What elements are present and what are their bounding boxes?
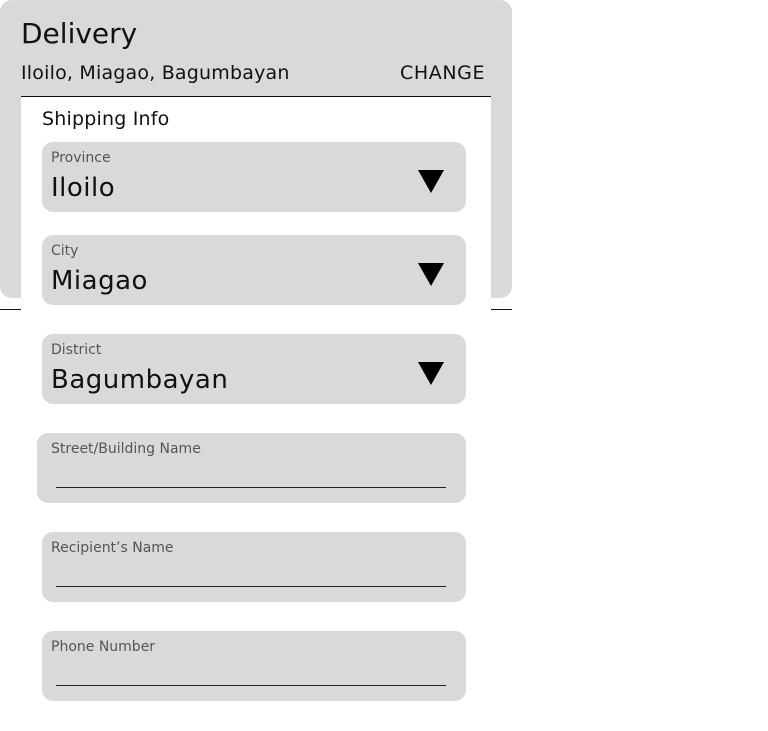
city-label: City — [51, 243, 79, 259]
province-label: Province — [51, 150, 111, 166]
delivery-title: Delivery — [21, 17, 138, 50]
street-building-field[interactable]: Street/Building Name — [37, 433, 466, 503]
phone-number-label: Phone Number — [51, 639, 156, 655]
city-value: Miagao — [51, 266, 148, 296]
street-building-label: Street/Building Name — [51, 441, 201, 457]
city-select[interactable]: City Miagao — [42, 235, 466, 305]
change-button[interactable]: CHANGE — [400, 61, 485, 85]
dropdown-arrow-icon[interactable] — [418, 170, 444, 193]
shipping-info-sheet: Shipping Info Province Iloilo City Miaga… — [21, 96, 491, 731]
province-select[interactable]: Province Iloilo — [42, 142, 466, 212]
province-value: Iloilo — [51, 173, 116, 203]
delivery-address: Iloilo, Miagao, Bagumbayan — [21, 62, 290, 84]
district-select[interactable]: District Bagumbayan — [42, 334, 466, 404]
recipient-name-label: Recipient’s Name — [51, 540, 174, 556]
phone-number-field[interactable]: Phone Number — [42, 631, 466, 701]
district-value: Bagumbayan — [51, 365, 229, 395]
dropdown-arrow-icon[interactable] — [418, 362, 444, 385]
street-building-input[interactable] — [56, 465, 446, 488]
recipient-name-field[interactable]: Recipient’s Name — [42, 532, 466, 602]
dropdown-arrow-icon[interactable] — [418, 263, 444, 286]
phone-number-input[interactable] — [56, 663, 446, 686]
shipping-info-title: Shipping Info — [42, 108, 170, 130]
district-label: District — [51, 342, 102, 358]
recipient-name-input[interactable] — [56, 564, 446, 587]
